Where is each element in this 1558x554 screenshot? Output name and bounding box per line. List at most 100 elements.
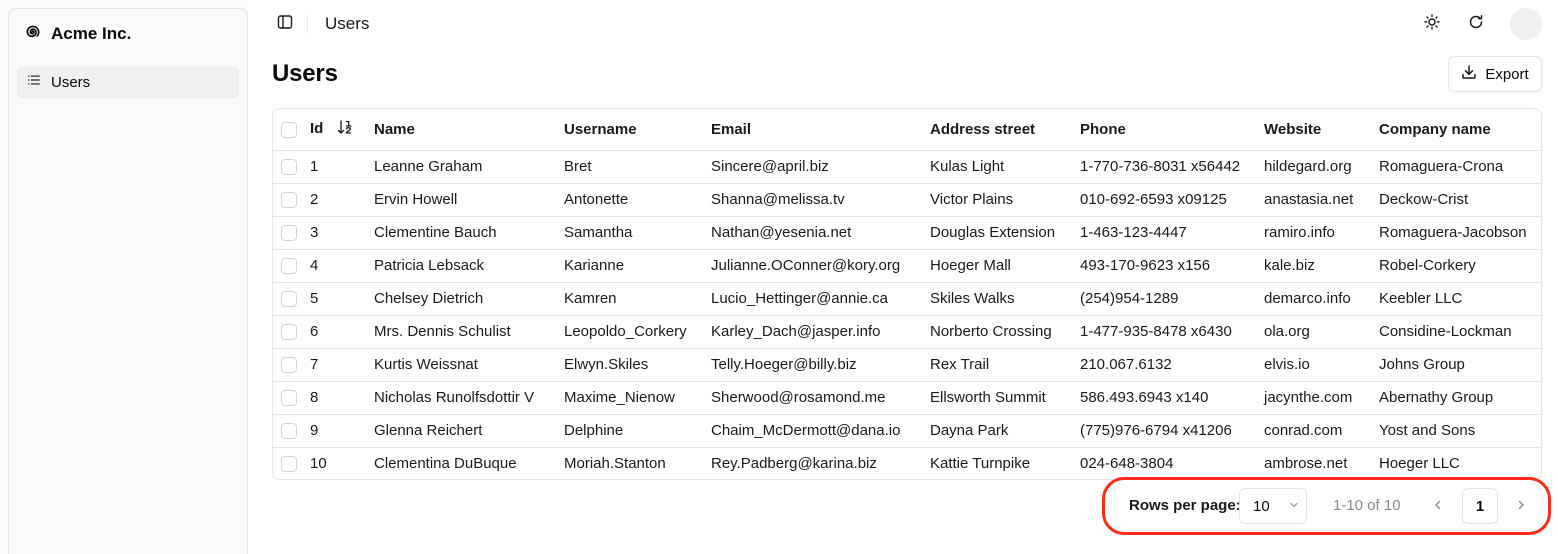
cell-address-street: Hoeger Mall (930, 249, 1080, 283)
refresh-icon (1468, 14, 1484, 35)
list-icon (27, 73, 41, 91)
cell-username: Elwyn.Skiles (564, 348, 711, 382)
cell-website: hildegard.org (1264, 150, 1379, 184)
rows-per-page-value: 10 (1253, 497, 1270, 515)
row-checkbox[interactable] (281, 324, 297, 341)
cell-address-street: Kulas Light (930, 150, 1080, 184)
cell-id: 10 (310, 455, 327, 473)
column-header-company-name[interactable]: Company name (1379, 109, 1541, 151)
cell-id: 1 (310, 150, 374, 184)
cell-email: Nathan@yesenia.net (711, 216, 930, 250)
cell-id: 7 (310, 348, 374, 382)
cell-company-name: Abernathy Group (1379, 381, 1541, 415)
row-checkbox[interactable] (281, 159, 297, 176)
select-all-checkbox[interactable] (281, 121, 297, 138)
next-page-button[interactable] (1511, 496, 1531, 516)
table-row[interactable]: 1 Leanne Graham Bret Sincere@april.biz Kulas… (273, 150, 1541, 184)
table-row[interactable]: 10 Clementina DuBuque Moriah.Stanton Rey.Pa… (273, 447, 1541, 479)
page-number-button[interactable]: 1 (1462, 488, 1498, 524)
row-checkbox[interactable] (281, 357, 297, 374)
column-header-address-street[interactable]: Address street (930, 109, 1080, 151)
brand[interactable]: Acme Inc. (23, 23, 131, 45)
cell-company-name: Johns Group (1379, 348, 1541, 382)
theme-toggle-button[interactable] (1420, 12, 1444, 36)
export-button[interactable]: Export (1448, 56, 1542, 92)
cell-name: Kurtis Weissnat (374, 348, 564, 382)
cell-username: Antonette (564, 183, 711, 217)
cell-name: Nicholas Runolfsdottir V (374, 381, 564, 415)
cell-company-name: Hoeger LLC (1379, 455, 1460, 473)
cell-name: Glenna Reichert (374, 414, 564, 448)
cell-website: ramiro.info (1264, 216, 1379, 250)
chevron-down-icon (1288, 498, 1300, 515)
column-header-name[interactable]: Name (374, 109, 564, 151)
cell-name: Clementine Bauch (374, 216, 564, 250)
export-label: Export (1485, 65, 1529, 83)
cell-name: Ervin Howell (374, 183, 564, 217)
table-row[interactable]: 2 Ervin Howell Antonette Shanna@melissa.tv V… (273, 183, 1541, 217)
row-checkbox[interactable] (281, 390, 297, 407)
avatar[interactable] (1510, 8, 1542, 40)
rows-per-page-select[interactable]: 10 (1239, 488, 1307, 524)
cell-email: Julianne.OConner@kory.org (711, 249, 930, 283)
cell-phone: (254)954-1289 (1080, 282, 1264, 316)
table-row[interactable]: 5 Chelsey Dietrich Kamren Lucio_Hettinger@a… (273, 282, 1541, 316)
pagination: Rows per page: 10 1-10 of 10 1 (1114, 488, 1532, 524)
cell-company-name: Yost and Sons (1379, 414, 1541, 448)
column-header-id[interactable]: Id (310, 109, 374, 151)
cell-name: Chelsey Dietrich (374, 282, 564, 316)
row-checkbox[interactable] (281, 291, 297, 308)
cell-email: Sherwood@rosamond.me (711, 381, 930, 415)
cell-phone: 1-770-736-8031 x56442 (1080, 150, 1264, 184)
chevron-left-icon (1432, 498, 1444, 515)
table-row[interactable]: 4 Patricia Lebsack Karianne Julianne.OConne… (273, 249, 1541, 283)
cell-website: jacynthe.com (1264, 381, 1379, 415)
table-row[interactable]: 6 Mrs. Dennis Schulist Leopoldo_Corkery Kar… (273, 315, 1541, 349)
cell-id: 4 (310, 249, 374, 283)
sort-ascending-icon[interactable] (337, 119, 353, 139)
row-checkbox[interactable] (281, 192, 297, 209)
sidebar-item-label: Users (51, 73, 91, 91)
cell-username: Moriah.Stanton (564, 455, 666, 473)
main-content: Users Users Export Id Name Username Emai… (249, 0, 1558, 554)
row-select-cell (273, 150, 310, 184)
row-select-cell (273, 414, 310, 448)
row-select-cell (273, 282, 310, 316)
previous-page-button[interactable] (1428, 496, 1448, 516)
row-select-cell (273, 348, 310, 382)
cell-email: Karley_Dach@jasper.info (711, 315, 930, 349)
cell-website: kale.biz (1264, 249, 1379, 283)
row-checkbox[interactable] (281, 225, 297, 242)
sidebar-item-users[interactable]: Users (17, 66, 239, 98)
cell-website: ola.org (1264, 315, 1379, 349)
table-row[interactable]: 8 Nicholas Runolfsdottir V Maxime_Nienow Sh… (273, 381, 1541, 415)
sidebar: Acme Inc. Users (8, 8, 248, 554)
users-table: Id Name Username Email Address street Ph… (272, 108, 1542, 480)
table-row[interactable]: 9 Glenna Reichert Delphine Chaim_McDermott@… (273, 414, 1541, 448)
cell-website: elvis.io (1264, 348, 1379, 382)
chevron-right-icon (1515, 498, 1527, 515)
row-checkbox[interactable] (281, 456, 297, 473)
cell-website: conrad.com (1264, 414, 1379, 448)
cell-company-name: Considine-Lockman (1379, 315, 1541, 349)
cell-id: 3 (310, 216, 374, 250)
row-select-cell (273, 447, 310, 479)
page-title: Users (272, 60, 338, 87)
pagination-range: 1-10 of 10 (1333, 497, 1401, 514)
row-select-cell (273, 249, 310, 283)
row-select-cell (273, 315, 310, 349)
refresh-button[interactable] (1464, 12, 1488, 36)
column-header-username[interactable]: Username (564, 109, 711, 151)
cell-email: Rey.Padberg@karina.biz (711, 455, 877, 473)
cell-address-street: Ellsworth Summit (930, 381, 1080, 415)
sidebar-toggle-button[interactable] (275, 14, 295, 34)
cell-phone: 024-648-3804 (1080, 455, 1174, 473)
column-header-website[interactable]: Website (1264, 109, 1379, 151)
row-checkbox[interactable] (281, 423, 297, 440)
row-checkbox[interactable] (281, 258, 297, 275)
column-header-phone[interactable]: Phone (1080, 109, 1264, 151)
column-header-email[interactable]: Email (711, 109, 930, 151)
cell-name: Clementina DuBuque (374, 455, 517, 473)
table-row[interactable]: 7 Kurtis Weissnat Elwyn.Skiles Telly.Hoeger… (273, 348, 1541, 382)
table-row[interactable]: 3 Clementine Bauch Samantha Nathan@yesenia.… (273, 216, 1541, 250)
